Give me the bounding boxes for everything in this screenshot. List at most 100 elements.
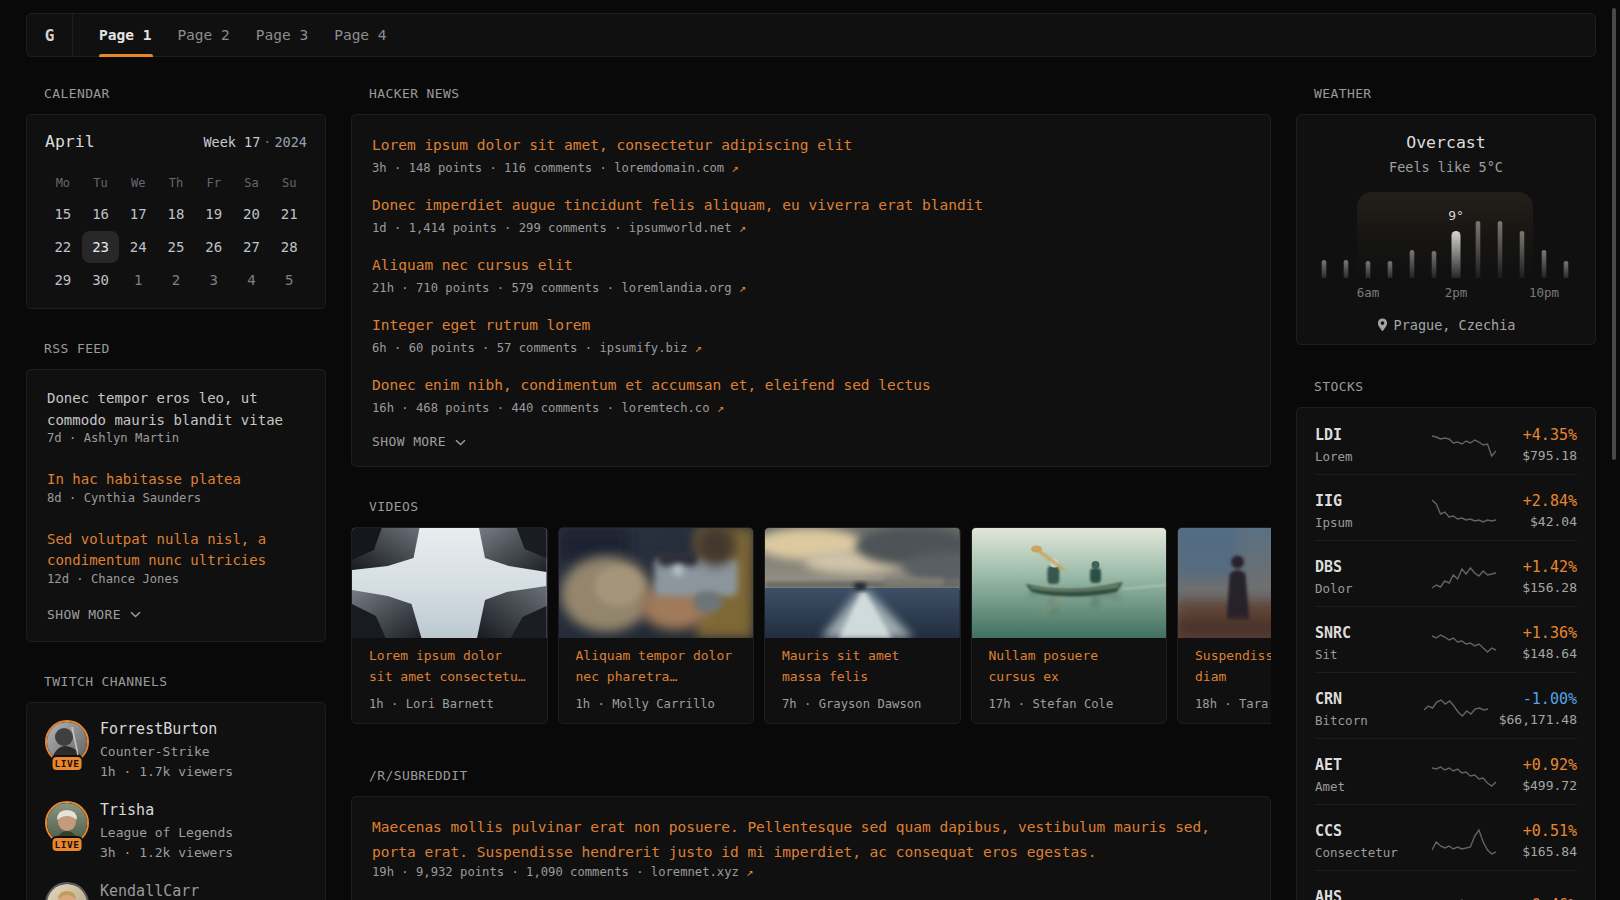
twitch-channel-category[interactable]: Counter-Strike — [100, 743, 233, 760]
hackernews-item-title[interactable]: Lorem ipsum dolor sit amet, consectetur … — [372, 134, 1250, 156]
calendar-day[interactable]: 17 — [119, 198, 157, 230]
twitch-channel-info: Trisha League of Legends 3h · 1.2k viewe… — [100, 801, 233, 862]
calendar-separator: · — [260, 134, 274, 150]
stock-ticker: CCS — [1315, 822, 1419, 840]
twitch-live-badge: LIVE — [51, 836, 84, 853]
rss-card: Donec tempor eros leo, ut commodo mauris… — [26, 369, 326, 642]
external-link-arrow-icon[interactable]: ↗ — [717, 401, 724, 415]
hackernews-item-title[interactable]: Donec imperdiet augue tincidunt felis al… — [372, 194, 1250, 216]
page-tab-2[interactable]: Page 2 — [164, 14, 242, 56]
video-thumbnail — [559, 528, 754, 638]
page-scrollbar-thumb[interactable] — [1612, 8, 1616, 460]
page-tab-1[interactable]: Page 1 — [86, 14, 164, 56]
calendar-weekday: Th — [157, 177, 195, 189]
calendar-day[interactable]: 20 — [233, 198, 271, 230]
calendar-day[interactable]: 2 — [157, 264, 195, 296]
video-card[interactable]: Nullam posuere cursus ex 17h · Stefan Co… — [971, 527, 1168, 724]
stock-row[interactable]: AET Amet +0.92% $499.72 — [1315, 738, 1577, 804]
twitch-channel-row[interactable]: KendallCarr — [45, 882, 307, 900]
stock-row[interactable]: CCS Consectetur +0.51% $165.84 — [1315, 804, 1577, 870]
twitch-channel-name[interactable]: KendallCarr — [100, 882, 199, 900]
twitch-channel-row[interactable]: LIVE ForrestBurton Counter-Strike 1h · 1… — [45, 720, 307, 781]
hackernews-item-meta-text: 3h · 148 points · 116 comments · loremdo… — [372, 161, 724, 175]
calendar-day[interactable]: 27 — [233, 231, 271, 263]
video-title[interactable]: Lorem ipsum dolor sit amet consectetu… — [369, 646, 530, 687]
weather-bar — [1432, 251, 1437, 278]
calendar-day[interactable]: 22 — [44, 231, 82, 263]
hackernews-item-title[interactable]: Donec enim nibh, condimentum et accumsan… — [372, 374, 1250, 396]
stocks-widget-label: STOCKS — [1314, 380, 1596, 393]
calendar-day[interactable]: 18 — [157, 198, 195, 230]
calendar-day[interactable]: 28 — [270, 231, 308, 263]
video-title[interactable]: Nullam posuere cursus ex — [989, 646, 1150, 687]
stock-row[interactable]: LDI Lorem +4.35% $795.18 — [1315, 408, 1577, 474]
calendar-day[interactable]: 4 — [233, 264, 271, 296]
rss-item-title[interactable]: Donec tempor eros leo, ut commodo mauris… — [47, 388, 305, 431]
twitch-channel-row[interactable]: LIVE Trisha League of Legends 3h · 1.2k … — [45, 801, 307, 862]
stock-ticker: CRN — [1315, 690, 1419, 708]
external-link-arrow-icon[interactable]: ↗ — [746, 865, 753, 879]
stock-row[interactable]: AHS +0.46% — [1315, 870, 1577, 900]
calendar-day[interactable]: 19 — [195, 198, 233, 230]
rss-show-more-button[interactable]: SHOW MORE — [47, 608, 305, 621]
stock-name: Amet — [1315, 779, 1419, 794]
rss-item-title[interactable]: Sed volutpat nulla nisl, a condimentum n… — [47, 529, 305, 572]
stock-name: Dolor — [1315, 581, 1419, 596]
page-tab-4[interactable]: Page 4 — [321, 14, 399, 56]
hackernews-show-more-button[interactable]: SHOW MORE — [372, 435, 1250, 448]
stock-sparkline-chart — [1424, 693, 1488, 725]
calendar-day-selected[interactable]: 23 — [82, 231, 120, 263]
stock-row[interactable]: SNRC Sit +1.36% $148.64 — [1315, 606, 1577, 672]
twitch-channel-viewers: 3h · 1.2k viewers — [100, 844, 233, 861]
video-title[interactable]: Suspendisse sodales diam — [1195, 646, 1271, 687]
hackernews-widget: HACKER NEWS Lorem ipsum dolor sit amet, … — [351, 87, 1271, 467]
stock-row[interactable]: DBS Dolor +1.42% $156.28 — [1315, 540, 1577, 606]
video-card[interactable]: Aliquam tempor dolor nec pharetra… 1h · … — [558, 527, 755, 724]
subreddit-post-title[interactable]: Maecenas mollis pulvinar erat non posuer… — [372, 815, 1250, 865]
rss-item-title[interactable]: In hac habitasse platea — [47, 469, 305, 491]
hackernews-item-title[interactable]: Aliquam nec cursus elit — [372, 254, 1250, 276]
external-link-arrow-icon[interactable]: ↗ — [732, 161, 739, 175]
calendar-day[interactable]: 3 — [195, 264, 233, 296]
weather-location: Prague, Czechia — [1297, 317, 1595, 333]
calendar-day[interactable]: 29 — [44, 264, 82, 296]
video-title[interactable]: Aliquam tempor dolor nec pharetra… — [576, 646, 737, 687]
calendar-day[interactable]: 15 — [44, 198, 82, 230]
stock-change-percent: +2.84% — [1523, 492, 1577, 510]
calendar-day[interactable]: 21 — [270, 198, 308, 230]
stock-values: +0.46% — [1523, 896, 1577, 900]
page-tab-3[interactable]: Page 3 — [243, 14, 321, 56]
stock-ticker: AET — [1315, 756, 1419, 774]
twitch-avatar-wrap: LIVE — [45, 720, 89, 775]
weather-widget-label: WEATHER — [1314, 87, 1596, 100]
hackernews-item-title[interactable]: Integer eget rutrum lorem — [372, 314, 1250, 336]
calendar-day[interactable]: 16 — [82, 198, 120, 230]
calendar-day[interactable]: 25 — [157, 231, 195, 263]
stock-row[interactable]: CRN Bitcorn -1.00% $66,171.48 — [1315, 672, 1577, 738]
twitch-channel-name[interactable]: ForrestBurton — [100, 720, 233, 738]
twitch-channel-viewers: 1h · 1.7k viewers — [100, 763, 233, 780]
calendar-day[interactable]: 24 — [119, 231, 157, 263]
stock-change-percent: +1.42% — [1522, 558, 1577, 576]
external-link-arrow-icon[interactable]: ↗ — [739, 221, 746, 235]
calendar-day[interactable]: 1 — [119, 264, 157, 296]
calendar-day[interactable]: 5 — [270, 264, 308, 296]
stock-name: Sit — [1315, 647, 1419, 662]
calendar-day[interactable]: 26 — [195, 231, 233, 263]
calendar-day[interactable]: 30 — [82, 264, 120, 296]
twitch-channel-name[interactable]: Trisha — [100, 801, 233, 819]
stock-values: +0.51% $165.84 — [1522, 822, 1577, 860]
external-link-arrow-icon[interactable]: ↗ — [695, 341, 702, 355]
stock-sparkline-chart — [1432, 495, 1496, 527]
video-title[interactable]: Mauris sit amet massa felis — [782, 646, 943, 687]
app-logo[interactable]: G — [27, 14, 73, 56]
calendar-card: April Week 17·2024 MoTuWeThFrSaSu 151617… — [26, 114, 326, 309]
video-card[interactable]: Lorem ipsum dolor sit amet consectetu… 1… — [351, 527, 548, 724]
external-link-arrow-icon[interactable]: ↗ — [739, 281, 746, 295]
video-card[interactable]: Suspendisse sodales diam 18h · Tara Wals… — [1177, 527, 1271, 724]
video-card[interactable]: Mauris sit amet massa felis 7h · Grayson… — [764, 527, 961, 724]
rss-widget: RSS FEED Donec tempor eros leo, ut commo… — [26, 342, 326, 642]
stock-row[interactable]: IIG Ipsum +2.84% $42.04 — [1315, 474, 1577, 540]
rss-item-meta: 12d · Chance Jones — [47, 572, 305, 587]
twitch-channel-category[interactable]: League of Legends — [100, 824, 233, 841]
